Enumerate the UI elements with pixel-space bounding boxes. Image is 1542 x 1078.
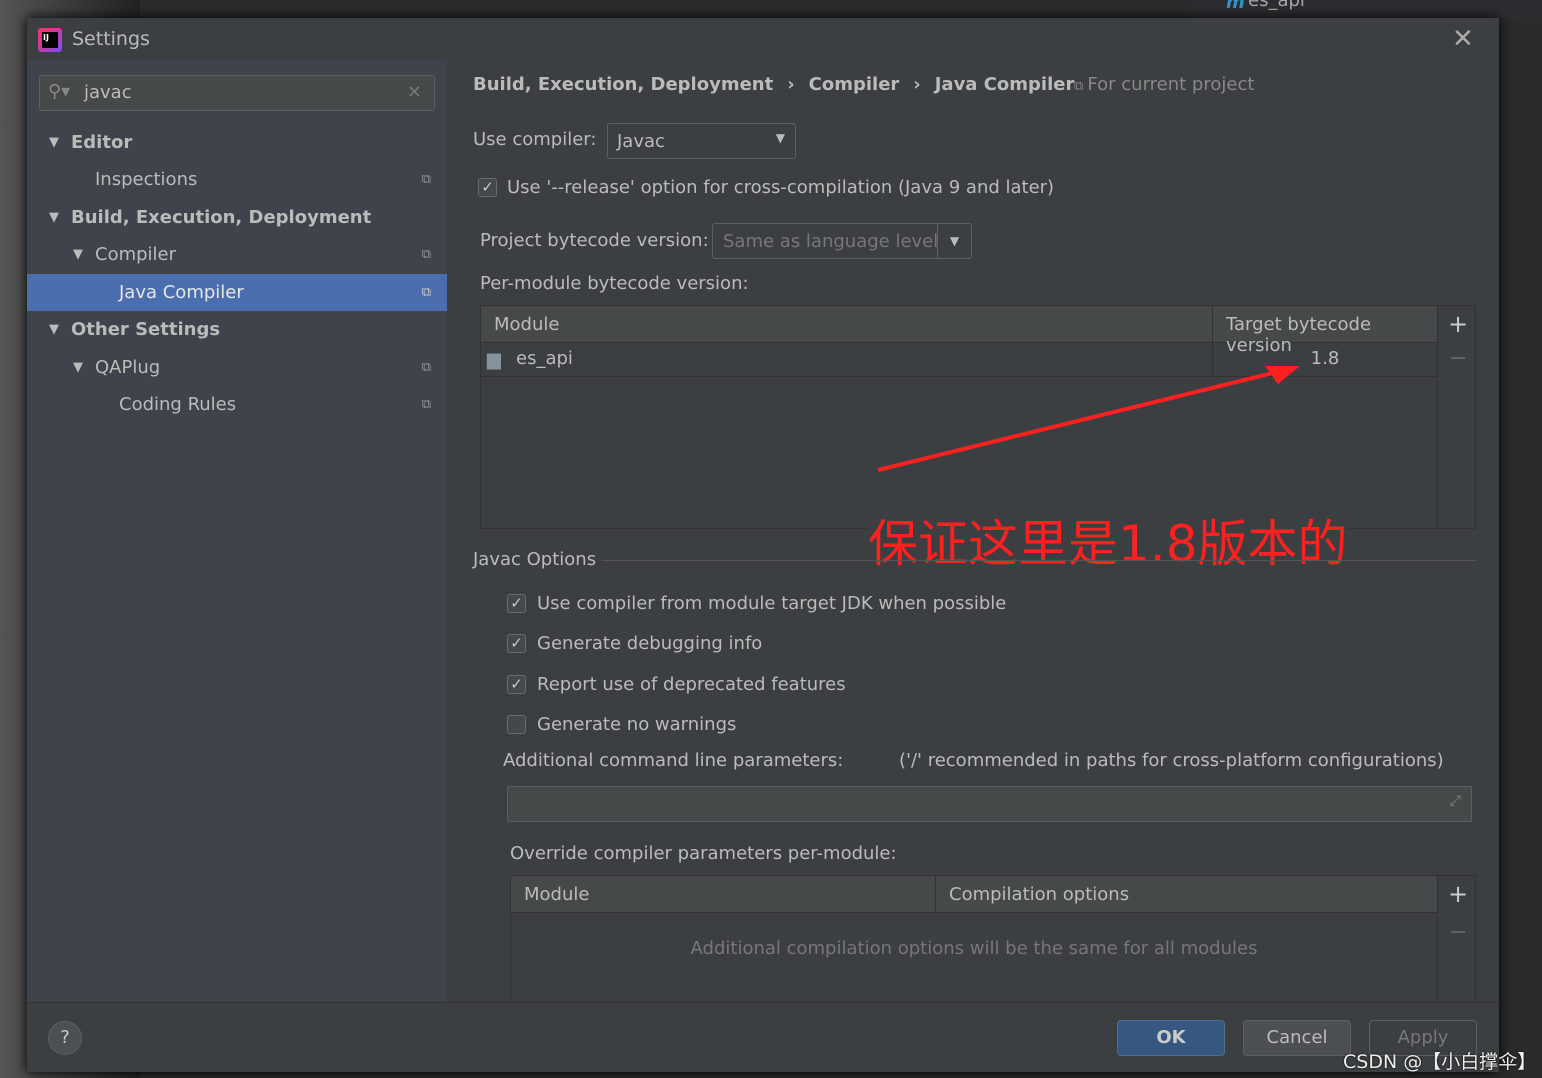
project-bytecode-select[interactable]: Same as language level ▼ bbox=[712, 223, 972, 259]
expand-triangle-icon: ▼ bbox=[49, 135, 59, 150]
sidebar-item-editor[interactable]: ▼ Editor bbox=[27, 124, 447, 161]
dropdown-arrow-icon: ▼ bbox=[937, 224, 971, 258]
module-icon: m bbox=[1226, 0, 1245, 13]
close-icon[interactable]: ✕ bbox=[1452, 24, 1474, 54]
release-option-checkbox[interactable]: ✓ bbox=[478, 178, 497, 197]
search-field[interactable]: ⚲▾ javac ✕ bbox=[39, 75, 435, 111]
option-checkbox[interactable]: ✓ bbox=[507, 675, 526, 694]
option-label: Generate no warnings bbox=[537, 714, 737, 735]
expand-icon[interactable]: ⤢ bbox=[1450, 793, 1461, 809]
cancel-button[interactable]: Cancel bbox=[1243, 1020, 1351, 1056]
project-scope-icon: ⧉ bbox=[421, 247, 431, 262]
additional-params-label: Additional command line parameters: bbox=[503, 750, 844, 771]
add-icon[interactable]: + bbox=[1448, 880, 1468, 908]
background-project-strip: m es_api bbox=[1190, 0, 1542, 18]
background-project-item: es_api bbox=[1248, 0, 1305, 11]
empty-table-text: Additional compilation options will be t… bbox=[690, 938, 1258, 959]
release-option-label: Use '--release' option for cross-compila… bbox=[507, 177, 1055, 198]
override-label: Override compiler parameters per-module: bbox=[510, 843, 897, 864]
table-header: Module Compilation options bbox=[511, 876, 1437, 913]
search-icon: ⚲▾ bbox=[48, 81, 71, 102]
dropdown-arrow-icon: ▼ bbox=[775, 131, 785, 145]
scope-text: For current project bbox=[1087, 74, 1255, 95]
chevron-right-icon: › bbox=[787, 74, 795, 95]
sidebar-item-label: Inspections bbox=[95, 169, 198, 190]
table-toolbar: + − bbox=[1437, 876, 1475, 1003]
ok-button[interactable]: OK bbox=[1117, 1020, 1225, 1056]
use-compiler-select[interactable]: Javac ▼ bbox=[607, 123, 796, 159]
sidebar-item-label: Java Compiler bbox=[119, 282, 244, 303]
project-scope-icon: ⧉ bbox=[421, 285, 431, 300]
separator bbox=[1322, 560, 1476, 561]
breadcrumb: Build, Execution, Deployment › Compiler › … bbox=[473, 74, 1074, 95]
sidebar-item-coding-rules[interactable]: Coding Rules ⧉ bbox=[27, 386, 447, 423]
expand-triangle-icon: ▼ bbox=[49, 322, 59, 337]
override-table: Module Compilation options Additional co… bbox=[510, 875, 1476, 1003]
search-input[interactable]: javac bbox=[84, 82, 132, 103]
column-header-module[interactable]: Module bbox=[494, 314, 559, 335]
annotation-text: 保证这里是1.8版本的 bbox=[868, 504, 1348, 576]
option-label: Report use of deprecated features bbox=[537, 674, 846, 695]
column-header-options[interactable]: Compilation options bbox=[935, 876, 1129, 913]
chevron-right-icon: › bbox=[913, 74, 921, 95]
table-header: Module Target bytecode version bbox=[481, 306, 1437, 356]
additional-params-hint: ('/' recommended in paths for cross-plat… bbox=[899, 750, 1444, 771]
window-title: Settings bbox=[72, 28, 150, 50]
breadcrumb-item: Java Compiler bbox=[934, 74, 1075, 95]
project-bytecode-label: Project bytecode version: bbox=[480, 230, 709, 251]
sidebar-item-build[interactable]: ▼ Build, Execution, Deployment bbox=[27, 199, 447, 236]
remove-icon[interactable]: − bbox=[1449, 920, 1467, 945]
additional-params-input[interactable]: ⤢ bbox=[507, 786, 1472, 822]
sidebar-item-label: QAPlug bbox=[95, 357, 161, 378]
sidebar-item-label: Coding Rules bbox=[119, 394, 237, 415]
add-icon[interactable]: + bbox=[1448, 310, 1468, 338]
project-scope-icon: ⧉ bbox=[421, 360, 431, 375]
folder-icon: ▆ bbox=[487, 349, 501, 370]
table-toolbar: + − bbox=[1437, 306, 1475, 528]
remove-icon[interactable]: − bbox=[1449, 346, 1467, 371]
sidebar-item-qaplug[interactable]: ▼ QAPlug ⧉ bbox=[27, 349, 447, 386]
expand-triangle-icon: ▼ bbox=[49, 210, 59, 225]
watermark: CSDN @【小白撑伞】 bbox=[1343, 1051, 1537, 1073]
clear-search-icon[interactable]: ✕ bbox=[407, 82, 422, 103]
sidebar-item-label: Other Settings bbox=[71, 319, 221, 340]
sidebar-item-label: Compiler bbox=[95, 244, 177, 265]
option-checkbox[interactable]: ✓ bbox=[507, 594, 526, 613]
project-scope-icon: ⧉ bbox=[421, 397, 431, 412]
option-checkbox[interactable] bbox=[507, 715, 526, 734]
arrow-line bbox=[877, 368, 1286, 472]
sidebar-item-other-settings[interactable]: ▼ Other Settings bbox=[27, 311, 447, 348]
option-label: Use compiler from module target JDK when… bbox=[537, 593, 1007, 614]
project-scope-icon: ⧉ bbox=[421, 172, 431, 187]
sidebar-item-label: Editor bbox=[71, 132, 133, 153]
sidebar-item-java-compiler[interactable]: Java Compiler ⧉ bbox=[27, 274, 447, 311]
breadcrumb-item[interactable]: Compiler bbox=[809, 74, 900, 95]
option-checkbox[interactable]: ✓ bbox=[507, 634, 526, 653]
intellij-logo-icon: IJ bbox=[38, 28, 62, 52]
column-header-module[interactable]: Module bbox=[524, 884, 589, 905]
annotation-arrow bbox=[877, 366, 1300, 472]
expand-triangle-icon: ▼ bbox=[73, 247, 83, 262]
select-value: Same as language level bbox=[723, 231, 939, 252]
javac-options-title: Javac Options bbox=[473, 549, 607, 570]
use-compiler-label: Use compiler: bbox=[473, 129, 597, 150]
scope-label: ⧉ For current project bbox=[1074, 74, 1254, 95]
column-header-target-version[interactable]: Target bytecode version bbox=[1212, 306, 1437, 356]
option-label: Generate debugging info bbox=[537, 633, 763, 654]
per-module-label: Per-module bytecode version: bbox=[480, 273, 749, 294]
help-button[interactable]: ? bbox=[48, 1021, 82, 1055]
breadcrumb-item[interactable]: Build, Execution, Deployment bbox=[473, 74, 773, 95]
sidebar-item-compiler[interactable]: ▼ Compiler ⧉ bbox=[27, 236, 447, 273]
expand-triangle-icon: ▼ bbox=[73, 360, 83, 375]
project-scope-icon: ⧉ bbox=[1074, 79, 1088, 94]
select-value: Javac bbox=[617, 131, 665, 152]
sidebar-item-label: Build, Execution, Deployment bbox=[71, 207, 372, 228]
sidebar-item-inspections[interactable]: Inspections ⧉ bbox=[27, 161, 447, 198]
module-name: es_api bbox=[516, 348, 573, 369]
